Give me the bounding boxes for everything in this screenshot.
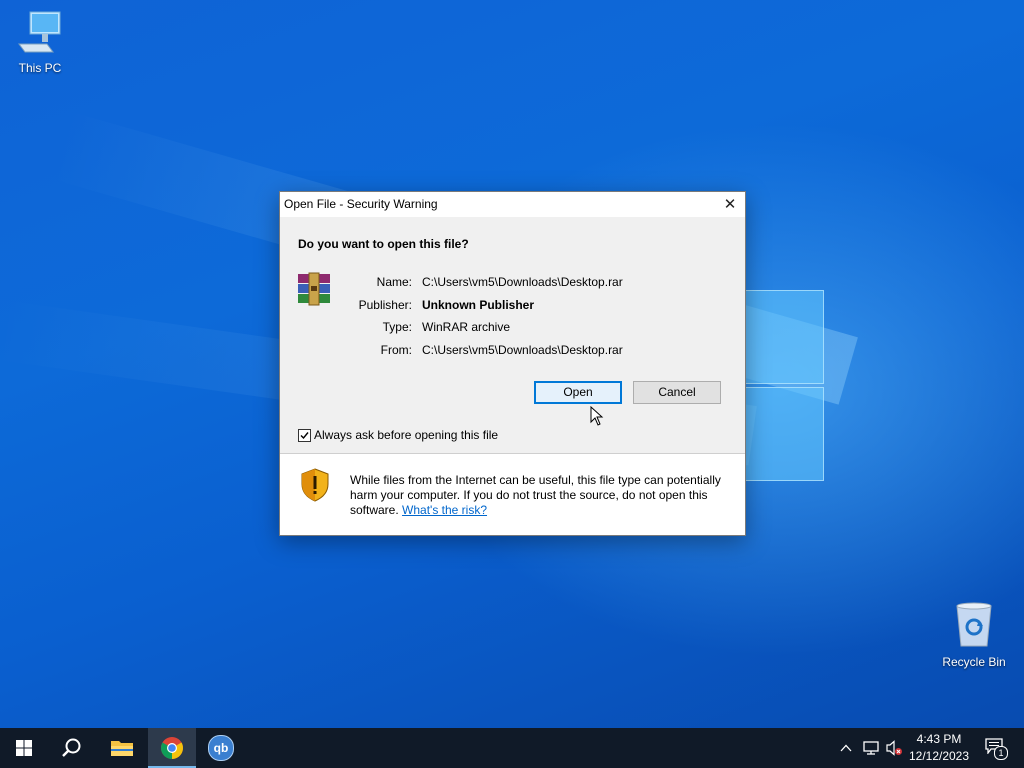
warning-text-block: While files from the Internet can be use… bbox=[350, 473, 730, 518]
show-hidden-icons-button[interactable] bbox=[836, 728, 856, 768]
start-icon bbox=[16, 740, 32, 756]
desktop-icon-label: Recycle Bin bbox=[942, 655, 1006, 669]
security-warning-dialog: Open File - Security Warning ✕ Do you wa… bbox=[279, 191, 746, 536]
notification-icon: 1 bbox=[985, 738, 1008, 760]
qbittorrent-glyph: qb bbox=[213, 741, 229, 755]
whats-the-risk-link[interactable]: What's the risk? bbox=[402, 503, 487, 517]
always-ask-checkbox-row[interactable]: Always ask before opening this file bbox=[298, 428, 498, 442]
desktop-icon-label: This PC bbox=[18, 61, 62, 75]
cancel-button[interactable]: Cancel bbox=[633, 381, 721, 404]
name-value: C:\Users\vm5\Downloads\Desktop.rar bbox=[422, 275, 623, 289]
windows-logo-pane bbox=[744, 290, 824, 384]
open-button[interactable]: Open bbox=[534, 381, 622, 404]
network-button[interactable] bbox=[860, 728, 882, 768]
file-explorer-icon bbox=[111, 741, 133, 756]
name-label: Name: bbox=[376, 275, 412, 289]
from-label: From: bbox=[380, 343, 412, 357]
computer-icon bbox=[2, 10, 78, 57]
mouse-cursor-icon bbox=[590, 406, 604, 426]
file-explorer-button[interactable] bbox=[98, 728, 146, 768]
taskbar-clock[interactable]: 4:43 PM 12/12/2023 bbox=[902, 731, 976, 765]
clock-time: 4:43 PM bbox=[916, 732, 962, 746]
network-icon bbox=[863, 741, 879, 755]
volume-muted-icon bbox=[886, 740, 902, 756]
desktop-icon-recycle-bin[interactable]: Recycle Bin bbox=[936, 602, 1012, 669]
close-icon[interactable]: ✕ bbox=[715, 192, 745, 217]
dialog-title: Open File - Security Warning bbox=[284, 197, 438, 211]
chrome-icon bbox=[161, 737, 183, 759]
always-ask-checkbox[interactable] bbox=[298, 428, 311, 442]
checkmark-icon bbox=[300, 431, 309, 439]
type-value: WinRAR archive bbox=[422, 320, 511, 334]
start-button[interactable] bbox=[0, 728, 48, 768]
always-ask-label: Always ask before opening this file bbox=[314, 428, 499, 442]
publisher-value: Unknown Publisher bbox=[422, 298, 535, 312]
windows-logo-pane bbox=[744, 387, 824, 481]
publisher-label: Publisher: bbox=[358, 298, 412, 312]
dialog-titlebar[interactable]: Open File - Security Warning ✕ bbox=[280, 192, 745, 217]
notification-count-badge: 1 bbox=[994, 746, 1008, 760]
qbittorrent-button[interactable]: qb bbox=[197, 728, 245, 768]
taskbar: qb 4:43 PM 12/12/2023 1 bbox=[0, 728, 1024, 768]
search-button[interactable] bbox=[48, 728, 96, 768]
chrome-button[interactable] bbox=[148, 728, 196, 768]
desktop-icon-this-pc[interactable]: This PC bbox=[2, 10, 78, 75]
from-value: C:\Users\vm5\Downloads\Desktop.rar bbox=[422, 343, 623, 357]
clock-date: 12/12/2023 bbox=[908, 749, 970, 763]
type-label: Type: bbox=[382, 320, 412, 334]
dialog-question: Do you want to open this file? bbox=[298, 237, 469, 251]
chevron-up-icon bbox=[840, 744, 852, 752]
qbittorrent-icon: qb bbox=[208, 735, 234, 761]
security-shield-icon bbox=[300, 468, 330, 505]
recycle-bin-icon bbox=[936, 602, 1012, 651]
action-center-button[interactable]: 1 bbox=[980, 728, 1010, 768]
search-icon bbox=[62, 738, 81, 757]
warning-panel: While files from the Internet can be use… bbox=[280, 454, 745, 535]
volume-button[interactable] bbox=[884, 728, 904, 768]
